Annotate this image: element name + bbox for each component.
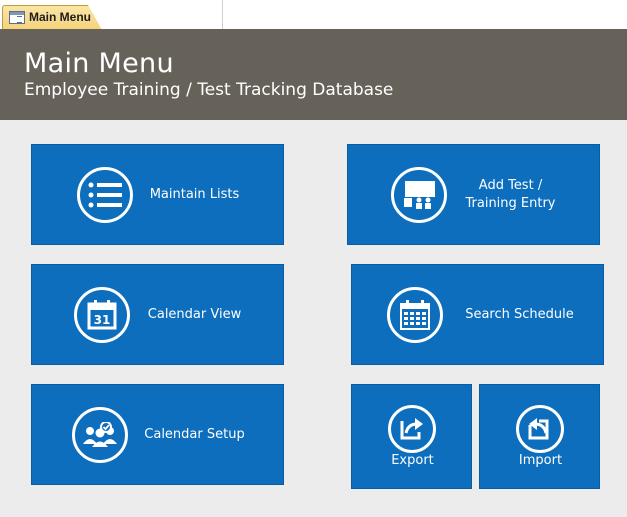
calendar-grid-icon — [387, 287, 443, 343]
page-title: Main Menu — [24, 48, 174, 79]
svg-text:31: 31 — [94, 313, 111, 327]
document-tab-strip: Main Menu — [0, 0, 627, 30]
search-schedule-label: Search Schedule — [465, 307, 574, 322]
add-test-training-entry-button[interactable]: Add Test / Training Entry — [347, 144, 600, 245]
import-label: Import — [518, 453, 563, 468]
export-button[interactable]: Export — [351, 384, 472, 489]
calendar-setup-label: Calendar Setup — [144, 427, 245, 442]
list-icon — [77, 167, 133, 223]
calendar-31-icon: 31 — [74, 287, 130, 343]
tab-label: Main Menu — [29, 10, 91, 24]
add-test-training-entry-label: Add Test / Training Entry — [465, 178, 556, 211]
maintain-lists-label: Maintain Lists — [149, 187, 240, 202]
import-arrow-icon — [516, 405, 564, 453]
search-schedule-button[interactable]: Search Schedule — [351, 264, 604, 365]
maintain-lists-button[interactable]: Maintain Lists — [31, 144, 284, 245]
tab-divider — [222, 0, 223, 29]
export-arrow-icon — [388, 405, 436, 453]
import-button[interactable]: Import — [479, 384, 600, 489]
export-label: Export — [391, 453, 434, 468]
presentation-icon — [391, 167, 447, 223]
group-settings-icon — [72, 407, 128, 463]
form-icon — [9, 11, 25, 24]
calendar-view-button[interactable]: 31 Calendar View — [31, 264, 284, 365]
header-banner: Main Menu Employee Training / Test Track… — [0, 29, 627, 120]
tab-main-menu[interactable]: Main Menu — [2, 5, 102, 30]
calendar-view-label: Calendar View — [147, 307, 242, 322]
calendar-setup-button[interactable]: Calendar Setup — [31, 384, 284, 485]
page-subtitle: Employee Training / Test Tracking Databa… — [24, 80, 394, 100]
